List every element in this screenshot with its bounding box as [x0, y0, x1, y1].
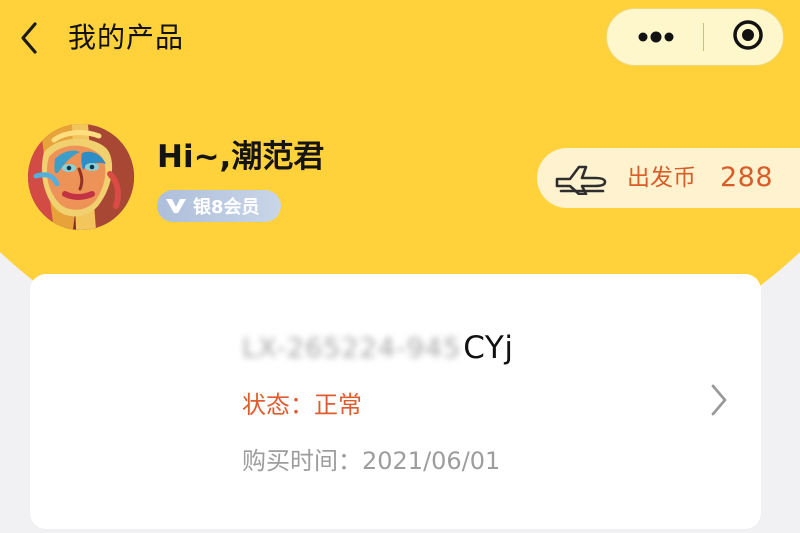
- product-card[interactable]: LX-265224-945 CYj 状态：正常 购买时间：2021/06/01: [30, 274, 761, 529]
- serial-masked-text: LX-265224-945: [242, 332, 462, 364]
- user-greeting: Hi~,潮范君: [157, 139, 325, 175]
- member-level-badge[interactable]: 银8会员: [157, 190, 281, 222]
- product-status: 状态：正常: [242, 391, 362, 419]
- back-button[interactable]: [14, 18, 44, 58]
- page-title: 我的产品: [68, 21, 185, 54]
- product-details-button[interactable]: [705, 382, 733, 422]
- chevron-right-icon: [709, 383, 729, 421]
- mini-program-capsule: [606, 8, 784, 66]
- capsule-divider: [702, 23, 704, 51]
- airplane-icon: [555, 159, 609, 197]
- chevron-left-icon: [18, 21, 40, 55]
- coin-balance: 288: [720, 162, 774, 193]
- more-options-button[interactable]: [637, 28, 675, 47]
- user-avatar-art: [28, 124, 134, 230]
- top-navigation-bar: 我的产品: [0, 0, 800, 80]
- more-horizontal-icon: [637, 28, 675, 47]
- purchase-time: 购买时间：2021/06/01: [242, 447, 501, 475]
- product-serial: LX-265224-945 CYj: [242, 326, 513, 370]
- coin-label: 出发币: [627, 165, 696, 191]
- member-level-label: 银8会员: [193, 197, 260, 218]
- avatar[interactable]: [28, 124, 134, 230]
- vip-v-icon: [165, 195, 187, 217]
- departure-coin-panel[interactable]: 出发币 288: [537, 148, 800, 208]
- serial-visible-text: CYj: [463, 330, 514, 366]
- target-close-icon: [731, 18, 765, 56]
- my-products-page: 我的产品 Hi~,潮范君 银8会员 出发币 288 LX-265224-945 …: [0, 0, 800, 533]
- close-miniprogram-button[interactable]: [731, 18, 765, 56]
